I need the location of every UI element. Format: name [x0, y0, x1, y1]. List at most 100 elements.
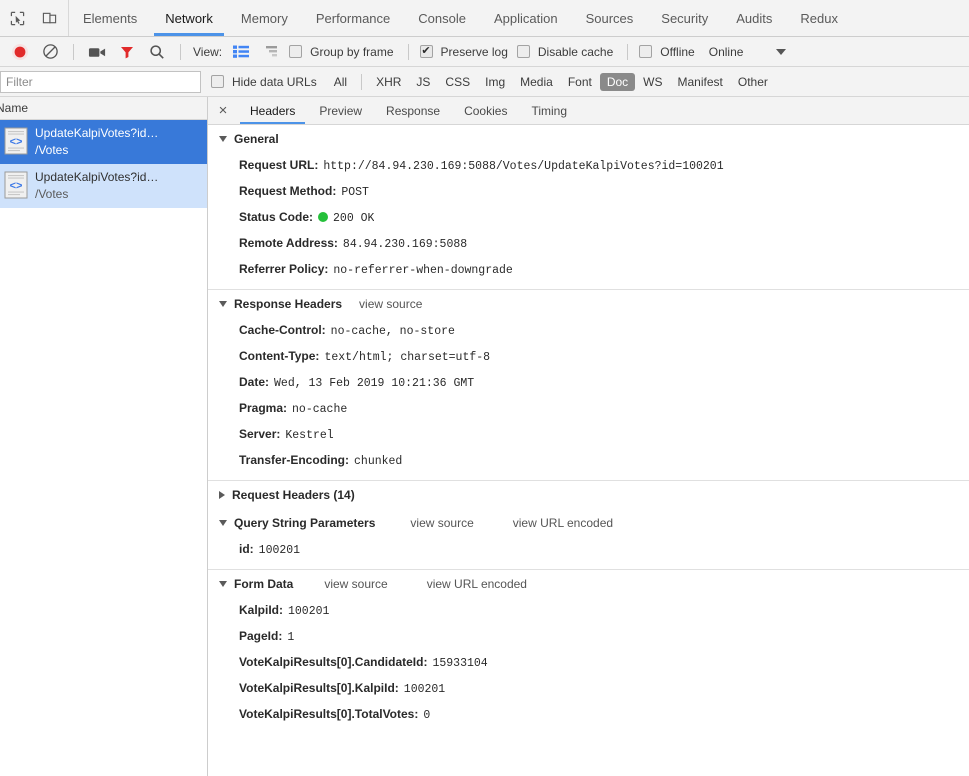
- chevron-right-icon: [219, 491, 225, 499]
- tab-cookies[interactable]: Cookies: [452, 97, 519, 124]
- checkbox-box: [419, 45, 433, 58]
- filter-type-label: Font: [567, 74, 592, 89]
- row-value: no-cache: [292, 403, 348, 416]
- section-title-label: General: [234, 132, 279, 146]
- row-value: 15933104: [432, 657, 488, 670]
- row-key: VoteKalpiResults[0].CandidateId:: [239, 655, 428, 669]
- tab-memory[interactable]: Memory: [227, 0, 302, 36]
- tab-elements[interactable]: Elements: [69, 0, 151, 36]
- row-value: chunked: [354, 455, 403, 468]
- tab-headers[interactable]: Headers: [238, 97, 307, 124]
- waterfall-view-icon[interactable]: [257, 40, 285, 64]
- filter-type-media[interactable]: Media: [513, 73, 560, 91]
- disable-cache-label: Disable cache: [537, 44, 614, 59]
- filter-type-all[interactable]: All: [327, 73, 354, 91]
- row-key: KalpiId:: [239, 603, 283, 617]
- toolbar-divider: [627, 43, 629, 60]
- filter-type-label: All: [333, 74, 348, 89]
- row-value: 100201: [258, 544, 301, 557]
- tab-console[interactable]: Console: [404, 0, 480, 36]
- general-row-request-method: Request Method: POST: [208, 179, 969, 205]
- section-general: General Request URL: http://84.94.230.16…: [208, 125, 969, 283]
- row-value: 0: [423, 709, 431, 722]
- tab-label: Response: [386, 103, 441, 118]
- filter-type-label: Doc: [606, 74, 629, 89]
- filter-type-label: Img: [485, 74, 506, 89]
- capture-screenshots-icon[interactable]: [83, 40, 111, 64]
- filter-type-css[interactable]: CSS: [438, 73, 477, 91]
- svg-text:<>: <>: [10, 136, 23, 148]
- chevron-down-icon[interactable]: [776, 48, 787, 55]
- filter-type-doc[interactable]: Doc: [599, 72, 636, 91]
- tab-sources[interactable]: Sources: [572, 0, 648, 36]
- list-view-icon[interactable]: [227, 40, 255, 64]
- chevron-down-icon: [219, 520, 227, 526]
- preserve-log-checkbox[interactable]: Preserve log: [418, 45, 513, 59]
- tab-label: Sources: [585, 10, 634, 26]
- view-source-link[interactable]: view source: [410, 516, 473, 530]
- device-toolbar-icon[interactable]: [38, 7, 60, 29]
- response-header-row-date: Date: Wed, 13 Feb 2019 10:21:36 GMT: [208, 370, 969, 396]
- request-row-2[interactable]: <> UpdateKalpiVotes?id… /Votes: [0, 164, 207, 208]
- row-key: VoteKalpiResults[0].KalpiId:: [239, 681, 399, 695]
- offline-checkbox[interactable]: Offline: [637, 45, 699, 59]
- tab-label: Application: [493, 10, 558, 26]
- filter-type-font[interactable]: Font: [561, 73, 599, 91]
- toolbar-divider: [361, 73, 363, 90]
- group-by-frame-checkbox[interactable]: Group by frame: [287, 45, 398, 59]
- row-key: Server:: [239, 427, 281, 441]
- throttling-value[interactable]: Online: [706, 45, 747, 59]
- tab-label: Redux: [800, 10, 838, 26]
- section-request-headers: Request Headers (14): [208, 480, 969, 509]
- row-key: PageId:: [239, 629, 283, 643]
- view-url-encoded-link[interactable]: view URL encoded: [513, 516, 613, 530]
- hide-data-urls-checkbox[interactable]: Hide data URLs: [209, 75, 322, 89]
- clear-button[interactable]: [36, 40, 64, 64]
- filter-input[interactable]: [0, 70, 201, 93]
- section-form-data-header[interactable]: Form Data view source view URL encoded: [208, 570, 969, 598]
- request-row-1[interactable]: <> UpdateKalpiVotes?id… /Votes: [0, 120, 207, 164]
- tab-application[interactable]: Application: [480, 0, 572, 36]
- record-button[interactable]: [6, 40, 34, 64]
- disable-cache-checkbox[interactable]: Disable cache: [515, 45, 618, 59]
- general-row-remote-address: Remote Address: 84.94.230.169:5088: [208, 231, 969, 257]
- section-title-label: Query String Parameters: [234, 516, 376, 530]
- row-value: 100201: [288, 605, 330, 618]
- tab-performance[interactable]: Performance: [302, 0, 404, 36]
- filter-type-ws[interactable]: WS: [636, 73, 669, 91]
- section-query-string-header[interactable]: Query String Parameters view source view…: [208, 509, 969, 537]
- tab-network[interactable]: Network: [151, 0, 227, 36]
- row-value: 200 OK: [333, 212, 375, 225]
- search-icon[interactable]: [143, 40, 171, 64]
- tab-timing[interactable]: Timing: [519, 97, 579, 124]
- requests-column-header[interactable]: Name: [0, 97, 207, 120]
- view-source-link[interactable]: view source: [324, 577, 387, 591]
- tab-redux[interactable]: Redux: [786, 0, 852, 36]
- section-request-headers-header[interactable]: Request Headers (14): [208, 481, 969, 509]
- tab-preview[interactable]: Preview: [307, 97, 374, 124]
- row-value: Wed, 13 Feb 2019 10:21:36 GMT: [274, 377, 475, 390]
- filter-type-label: CSS: [445, 74, 471, 89]
- tab-security[interactable]: Security: [647, 0, 722, 36]
- filter-icon[interactable]: [113, 40, 141, 64]
- row-value: POST: [341, 186, 369, 199]
- inspect-element-icon[interactable]: [6, 7, 28, 29]
- tab-label: Network: [165, 10, 213, 26]
- filter-type-js[interactable]: JS: [409, 73, 437, 91]
- section-general-header[interactable]: General: [208, 125, 969, 153]
- filter-type-other[interactable]: Other: [731, 73, 775, 91]
- section-response-headers-header[interactable]: Response Headers view source: [208, 290, 969, 318]
- tab-response[interactable]: Response: [374, 97, 452, 124]
- tab-audits[interactable]: Audits: [722, 0, 786, 36]
- document-file-icon: <>: [4, 171, 28, 202]
- view-url-encoded-link[interactable]: view URL encoded: [427, 577, 527, 591]
- filter-type-img[interactable]: Img: [478, 73, 512, 91]
- filter-type-manifest[interactable]: Manifest: [671, 73, 730, 91]
- headers-content[interactable]: General Request URL: http://84.94.230.16…: [208, 125, 969, 776]
- filter-type-xhr[interactable]: XHR: [369, 73, 408, 91]
- row-key: Cache-Control:: [239, 323, 326, 337]
- close-icon[interactable]: ×: [208, 97, 238, 124]
- request-name: UpdateKalpiVotes?id…: [35, 170, 159, 184]
- view-source-link[interactable]: view source: [359, 297, 422, 311]
- tab-label: Headers: [250, 103, 296, 118]
